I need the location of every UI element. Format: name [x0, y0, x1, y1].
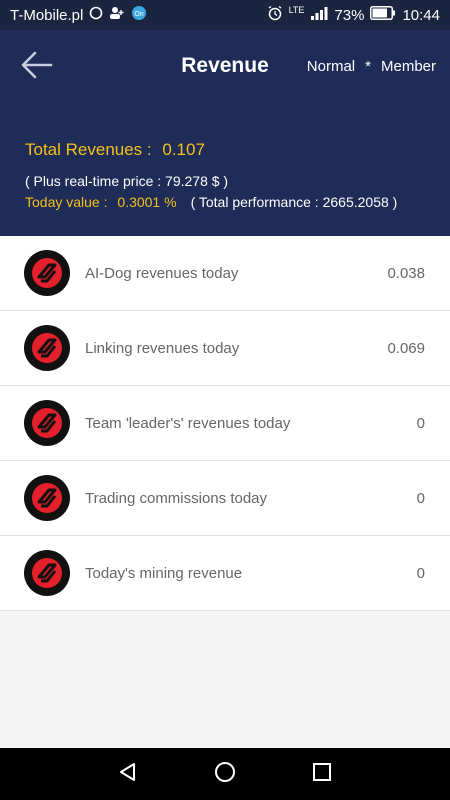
nav-home-button[interactable]	[205, 754, 245, 794]
total-revenues-label: Total Revenues :	[25, 140, 152, 159]
today-value: Today value : 0.3001 %	[25, 194, 177, 210]
clock-time: 10:44	[402, 6, 440, 24]
system-nav-bar	[0, 748, 450, 800]
role-switch: Normal * Member	[307, 58, 436, 75]
realtime-price: ( Plus real-time price : 79.278 $ )	[25, 173, 229, 189]
list-item-value: 0.038	[387, 264, 425, 282]
alarm-icon	[267, 5, 283, 25]
role-member-tab[interactable]: Member	[381, 58, 436, 75]
nav-back-button[interactable]	[108, 754, 148, 794]
list-item-label: Linking revenues today	[85, 339, 240, 357]
list-item-label: Today's mining revenue	[85, 564, 243, 582]
battery-percent: 73%	[334, 6, 365, 24]
revenue-list: AI-Dog revenues today 0.038 Linking reve…	[0, 236, 450, 611]
total-revenues: Total Revenues : 0.107	[25, 140, 205, 160]
square-recents-icon	[312, 762, 332, 787]
sync-icon	[89, 6, 103, 24]
role-separator: *	[365, 58, 371, 75]
total-revenues-value: 0.107	[162, 140, 205, 159]
total-performance: ( Total performance : 2665.2058 )	[190, 194, 398, 210]
list-item-value: 0	[416, 414, 425, 432]
brand-logo-icon	[24, 550, 70, 596]
list-item-value: 0	[416, 564, 425, 582]
list-item[interactable]: Trading commissions today 0	[0, 461, 450, 536]
svg-text:On: On	[135, 11, 144, 18]
network-type: LTE	[288, 5, 305, 15]
list-item[interactable]: Today's mining revenue 0	[0, 536, 450, 611]
brand-logo-icon	[24, 475, 70, 521]
signal-icon	[310, 6, 328, 24]
page-title-text: Revenue	[181, 54, 269, 77]
battery-icon	[370, 6, 396, 24]
list-item-label: Team 'leader's' revenues today	[85, 414, 291, 432]
list-item-label: Trading commissions today	[85, 489, 268, 507]
list-item[interactable]: Linking revenues today 0.069	[0, 311, 450, 386]
app-notification-icon: On	[131, 5, 147, 25]
list-item[interactable]: Team 'leader's' revenues today 0	[0, 386, 450, 461]
contact-icon	[109, 6, 125, 24]
nav-recents-button[interactable]	[302, 754, 342, 794]
list-item-value: 0	[416, 489, 425, 507]
triangle-back-icon	[117, 761, 139, 788]
today-value-percent: 0.3001 %	[117, 194, 177, 210]
brand-logo-icon	[24, 250, 70, 296]
brand-logo-icon	[24, 400, 70, 446]
list-item-label: AI-Dog revenues today	[85, 264, 239, 282]
revenue-header: Revenue Normal * Member Total Revenues :…	[0, 30, 450, 236]
brand-logo-icon	[24, 325, 70, 371]
status-bar: T-Mobile.pl On LTE 73% 10:44	[0, 0, 450, 30]
today-value-row: Today value : 0.3001 % ( Total performan…	[25, 194, 397, 210]
list-item-value: 0.069	[387, 339, 425, 357]
today-value-label: Today value :	[25, 194, 108, 210]
list-item[interactable]: AI-Dog revenues today 0.038	[0, 236, 450, 311]
circle-home-icon	[213, 760, 237, 789]
role-normal-tab[interactable]: Normal	[307, 58, 355, 75]
carrier-name: T-Mobile.pl	[10, 6, 84, 24]
